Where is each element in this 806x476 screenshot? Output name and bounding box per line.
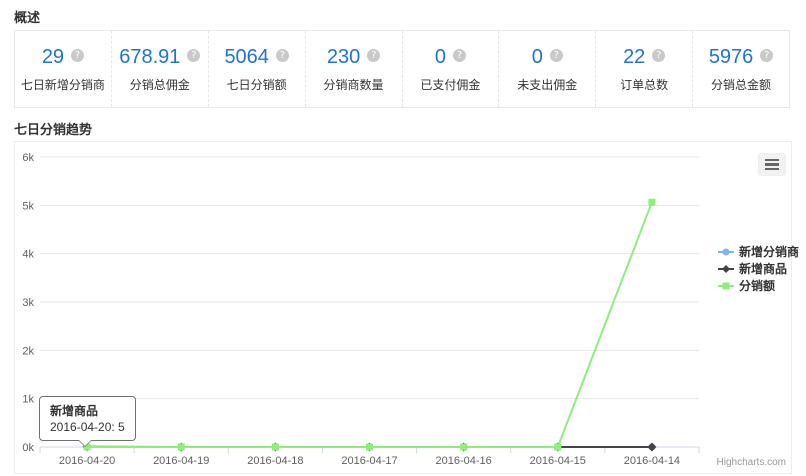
stat-label: 订单总数 bbox=[620, 76, 668, 93]
stat-label: 分销总佣金 bbox=[130, 76, 190, 93]
stat-value: 29 bbox=[42, 46, 64, 68]
stat-card-1: 678.91? 分销总佣金 bbox=[112, 31, 209, 107]
x-axis-label: 2016-04-17 bbox=[341, 455, 397, 467]
stat-value: 22 bbox=[623, 46, 645, 68]
series-line-2 bbox=[87, 202, 652, 447]
trend-chart-panel: 6k 5k 4k 3k 2k 1k 0k 2016-04-20 2016-04-19 2016-0… bbox=[14, 141, 792, 474]
legend-marker-icon bbox=[718, 281, 734, 291]
stat-value: 230 bbox=[327, 46, 360, 68]
data-point-2-5[interactable] bbox=[554, 444, 561, 451]
chart-export-menu-button[interactable] bbox=[758, 153, 786, 176]
x-axis-label: 2016-04-14 bbox=[624, 455, 680, 467]
stat-value: 0 bbox=[435, 46, 446, 68]
data-point-2-1[interactable] bbox=[178, 444, 185, 451]
stat-card-5: 0? 未支出佣金 bbox=[499, 31, 596, 107]
help-icon[interactable]: ? bbox=[71, 49, 84, 62]
highcharts-credit[interactable]: Highcharts.com bbox=[717, 457, 786, 468]
legend-item-2[interactable]: 分销额 bbox=[718, 278, 799, 293]
x-axis-label: 2016-04-15 bbox=[530, 455, 586, 467]
data-point-2-6[interactable] bbox=[648, 199, 655, 206]
x-axis-label: 2016-04-18 bbox=[247, 455, 303, 467]
y-axis-label: 4k bbox=[22, 249, 34, 261]
stat-label: 已支付佣金 bbox=[420, 76, 480, 93]
x-axis-label: 2016-04-20 bbox=[59, 455, 115, 467]
legend-marker-icon bbox=[718, 264, 734, 274]
legend-item-0[interactable]: 新增分销商 bbox=[718, 244, 799, 259]
stat-value: 678.91 bbox=[119, 46, 180, 68]
help-icon[interactable]: ? bbox=[276, 49, 289, 62]
stat-card-4: 0? 已支付佣金 bbox=[403, 31, 500, 107]
y-axis-label: 6k bbox=[22, 152, 34, 164]
stat-value: 5976 bbox=[709, 46, 754, 68]
help-icon[interactable]: ? bbox=[187, 49, 200, 62]
stat-value: 5064 bbox=[224, 46, 269, 68]
overview-section-title: 概述 bbox=[14, 7, 40, 26]
legend-label: 新增分销商 bbox=[739, 243, 799, 260]
help-icon[interactable]: ? bbox=[550, 49, 563, 62]
help-icon[interactable]: ? bbox=[453, 49, 466, 62]
x-axis-label: 2016-04-16 bbox=[436, 455, 492, 467]
data-point-2-3[interactable] bbox=[366, 444, 373, 451]
y-axis-label: 5k bbox=[22, 200, 34, 212]
legend-label: 新增商品 bbox=[739, 260, 787, 277]
help-icon[interactable]: ? bbox=[652, 49, 665, 62]
tooltip-value: 2016-04-20: 5 bbox=[50, 420, 125, 434]
data-point-2-4[interactable] bbox=[460, 444, 467, 451]
y-axis-label: 0k bbox=[22, 442, 34, 454]
trend-section-title: 七日分销趋势 bbox=[14, 119, 92, 138]
help-icon[interactable]: ? bbox=[367, 49, 380, 62]
stat-label: 七日分销额 bbox=[227, 76, 287, 93]
y-axis-label: 3k bbox=[22, 297, 34, 309]
help-icon[interactable]: ? bbox=[760, 49, 773, 62]
stat-label: 分销商数量 bbox=[324, 76, 384, 93]
tooltip-series-name: 新增商品 bbox=[50, 402, 125, 419]
stats-panel: 29? 七日新增分销商 678.91? 分销总佣金 5064? 七日分销额 230? 分销商数… bbox=[14, 30, 790, 108]
legend-label: 分销额 bbox=[739, 277, 775, 294]
y-axis-label: 1k bbox=[22, 394, 34, 406]
stat-card-6: 22? 订单总数 bbox=[596, 31, 693, 107]
stat-card-7: 5976? 分销总金额 bbox=[693, 31, 789, 107]
stat-label: 七日新增分销商 bbox=[21, 76, 105, 93]
x-axis-label: 2016-04-19 bbox=[153, 455, 209, 467]
chart-legend: 新增分销商新增商品分销额 bbox=[718, 242, 799, 295]
data-point-2-2[interactable] bbox=[272, 444, 279, 451]
stat-label: 未支出佣金 bbox=[517, 76, 577, 93]
data-point-1-6[interactable] bbox=[647, 443, 656, 452]
stat-label: 分销总金额 bbox=[711, 76, 771, 93]
legend-item-1[interactable]: 新增商品 bbox=[718, 261, 799, 276]
stat-card-0: 29? 七日新增分销商 bbox=[15, 31, 112, 107]
legend-marker-icon bbox=[718, 247, 734, 257]
y-axis-label: 2k bbox=[22, 345, 34, 357]
stat-value: 0 bbox=[532, 46, 543, 68]
stat-card-3: 230? 分销商数量 bbox=[306, 31, 403, 107]
stat-card-2: 5064? 七日分销额 bbox=[209, 31, 306, 107]
chart-tooltip: 新增商品 2016-04-20: 5 bbox=[39, 396, 136, 441]
